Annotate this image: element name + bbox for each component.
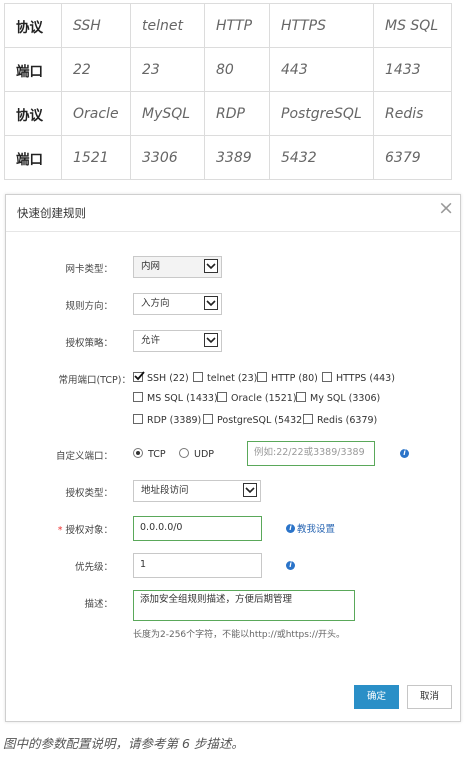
auth-type-select[interactable]: 地址段访问 (133, 480, 261, 502)
table-cell: MS SQL (373, 3, 452, 48)
chevron-down-icon (204, 259, 218, 273)
priority-input[interactable]: 1 (133, 553, 262, 578)
direction-value: 入方向 (141, 298, 170, 309)
info-icon[interactable]: i (286, 561, 295, 570)
radio-selected[interactable] (133, 448, 143, 458)
table-cell: 3389 (204, 135, 270, 180)
table-row: 协议 Oracle MySQL RDP PostgreSQL Redis (4, 91, 452, 136)
table-cell: 80 (204, 47, 270, 92)
table-cell: 23 (130, 47, 205, 92)
port-option-mssql[interactable]: MS SQL (1433) (133, 392, 218, 404)
chevron-down-icon (204, 296, 218, 310)
protocol-radio-tcp[interactable]: TCP (133, 448, 166, 460)
confirm-button[interactable]: 确定 (354, 685, 399, 709)
nic-type-label: 网卡类型： (65, 264, 113, 275)
direction-label: 规则方向： (65, 301, 113, 312)
nic-type-select[interactable]: 内网 (133, 256, 222, 278)
table-cell: PostgreSQL (269, 91, 374, 136)
table-cell: 3306 (130, 135, 205, 180)
table-cell: 1521 (61, 135, 131, 180)
table-cell: 1433 (373, 47, 452, 92)
figure-caption: 图中的参数配置说明，请参考第 6 步描述。 (3, 736, 244, 751)
port-reference-table: 协议 SSH telnet HTTP HTTPS MS SQL 端口 22 23… (4, 3, 452, 180)
row-header: 协议 (4, 91, 62, 136)
checkbox[interactable] (217, 392, 227, 402)
table-row: 端口 1521 3306 3389 5432 6379 (4, 135, 452, 180)
checkbox[interactable] (322, 372, 332, 382)
help-link[interactable]: 教我设置 (297, 521, 335, 535)
auth-object-label: * 授权对象： (57, 525, 113, 536)
dialog-footer: 确定 取消 (6, 677, 460, 721)
custom-port-label: 自定义端口： (55, 451, 113, 462)
table-cell: SSH (61, 3, 131, 48)
checkbox[interactable] (193, 372, 203, 382)
auth-object-input[interactable]: 0.0.0.0/0 (133, 516, 262, 541)
port-option-redis[interactable]: Redis (6379) (303, 414, 377, 426)
auth-type-label: 授权类型： (65, 488, 113, 499)
port-option-telnet[interactable]: telnet (23) (193, 372, 257, 384)
table-cell: HTTPS (269, 3, 374, 48)
table-row: 端口 22 23 80 443 1433 (4, 47, 452, 92)
port-option-http[interactable]: HTTP (80) (257, 372, 318, 384)
table-cell: 6379 (373, 135, 452, 180)
port-option-ssh[interactable]: SSH (22) (133, 371, 189, 384)
policy-value: 允许 (141, 335, 161, 346)
quick-create-rule-dialog: 快速创建规则 × 网卡类型： 内网 规则方向： 入方向 授权策略： 允许 常用端… (5, 194, 461, 722)
row-header: 协议 (4, 3, 62, 48)
auth-type-value: 地址段访问 (141, 485, 189, 496)
required-mark: * (57, 525, 63, 536)
port-option-rdp[interactable]: RDP (3389) (133, 414, 201, 426)
table-cell: Redis (373, 91, 452, 136)
table-cell: 5432 (269, 135, 374, 180)
table-cell: HTTP (204, 3, 270, 48)
table-cell: Oracle (61, 91, 131, 136)
port-option-postgresql[interactable]: PostgreSQL (5432) (203, 414, 306, 426)
chevron-down-icon (204, 333, 218, 347)
info-icon: i (286, 524, 295, 533)
port-option-mysql[interactable]: My SQL (3306) (296, 392, 380, 404)
checkbox[interactable] (303, 414, 313, 424)
description-label: 描述： (84, 599, 113, 610)
table-row: 协议 SSH telnet HTTP HTTPS MS SQL (4, 3, 452, 48)
common-ports-label: 常用端口(TCP)： (58, 375, 131, 386)
custom-port-input[interactable]: 例如:22/22或3389/3389 (247, 441, 375, 466)
checkbox[interactable] (133, 414, 143, 424)
priority-label: 优先级： (74, 562, 113, 573)
info-icon[interactable]: i (400, 449, 409, 458)
checkbox[interactable] (133, 392, 143, 402)
direction-select[interactable]: 入方向 (133, 293, 222, 315)
cancel-button[interactable]: 取消 (407, 685, 452, 709)
row-header: 端口 (4, 47, 62, 92)
policy-select[interactable]: 允许 (133, 330, 222, 352)
table-cell: 443 (269, 47, 374, 92)
radio[interactable] (179, 448, 189, 458)
row-header: 端口 (4, 135, 62, 180)
table-cell: telnet (130, 3, 205, 48)
checkbox[interactable] (203, 414, 213, 424)
close-icon[interactable]: × (438, 198, 454, 218)
chevron-down-icon (243, 483, 257, 497)
dialog-title: 快速创建规则 (17, 206, 86, 220)
port-option-oracle[interactable]: Oracle (1521) (217, 392, 297, 404)
nic-type-value: 内网 (141, 261, 161, 272)
dialog-header: 快速创建规则 × (6, 195, 460, 232)
description-hint: 长度为2-256个字符，不能以http://或https://开头。 (133, 630, 345, 640)
checkbox[interactable] (257, 372, 267, 382)
table-cell: RDP (204, 91, 270, 136)
policy-label: 授权策略： (65, 338, 113, 349)
port-option-https[interactable]: HTTPS (443) (322, 372, 395, 384)
table-cell: MySQL (130, 91, 205, 136)
description-textarea[interactable]: 添加安全组规则描述，方便后期管理 (133, 590, 355, 621)
checkbox-checked[interactable] (133, 371, 145, 382)
checkbox[interactable] (296, 392, 306, 402)
protocol-radio-udp[interactable]: UDP (179, 448, 214, 460)
table-cell: 22 (61, 47, 131, 92)
